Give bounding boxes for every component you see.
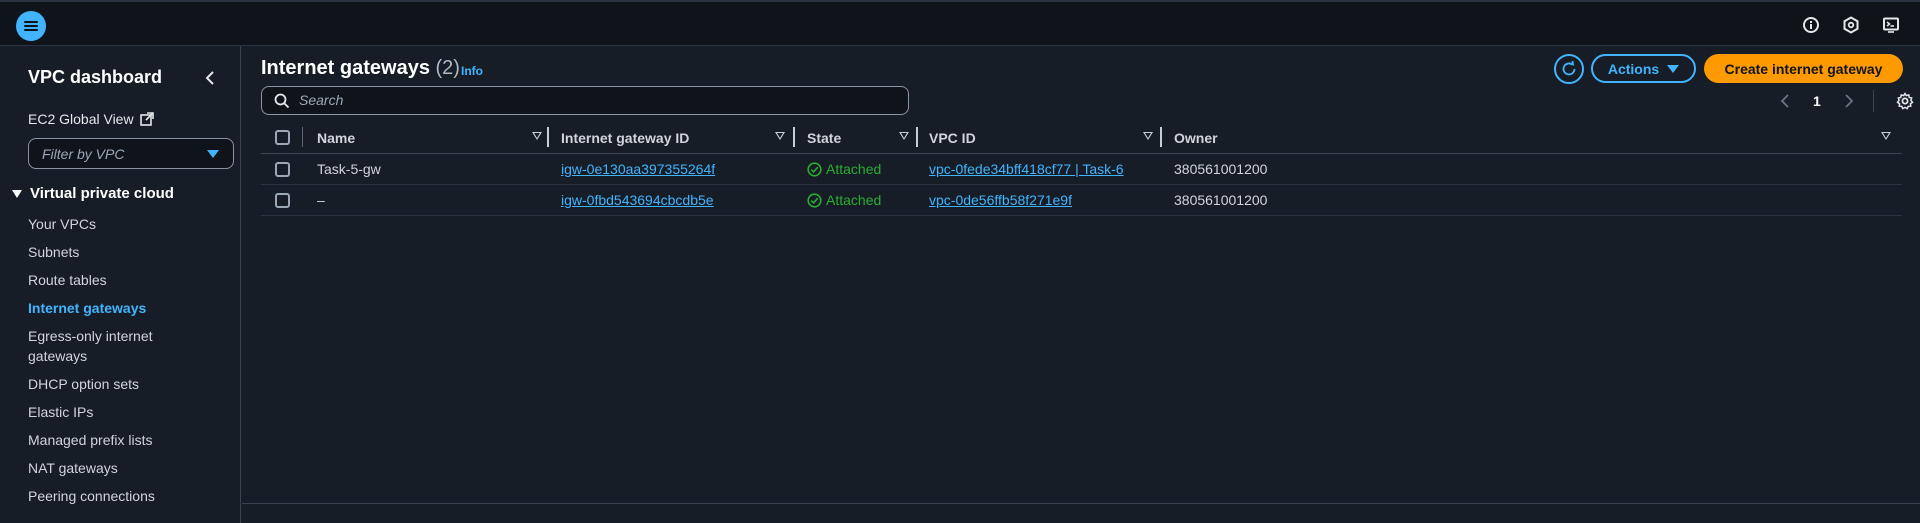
table-row[interactable]: Task-5-gw igw-0e130aa397355264f Attached… [261,154,1902,185]
sidebar-item-your-vpcs[interactable]: Your VPCs [28,214,228,234]
column-header-name[interactable]: Name [317,130,355,146]
cell-vpc-id-link[interactable]: vpc-0fede34bff418cf77 | Task-6 [929,161,1124,177]
sidebar-item-nat-gateways[interactable]: NAT gateways [28,458,228,478]
sidebar-item-egress-only-internet-gateways[interactable]: Egress-only internet gateways [28,326,178,366]
filter-by-vpc-placeholder: Filter by VPC [42,146,125,162]
sidebar-item-dhcp-option-sets[interactable]: DHCP option sets [28,374,228,394]
sort-icon[interactable] [899,132,909,140]
ec2-global-view-link[interactable]: EC2 Global View [28,111,154,127]
cell-owner: 380561001200 [1174,161,1268,177]
row-checkbox[interactable] [275,162,290,177]
state-text: Attached [826,192,882,208]
sidebar-item-route-tables[interactable]: Route tables [28,270,228,290]
top-icons [1800,14,1902,36]
cell-state: Attached [807,192,881,208]
column-resize-handle[interactable] [547,127,549,147]
column-header-vpc-id[interactable]: VPC ID [929,130,976,146]
sort-icon[interactable] [775,132,785,140]
cell-igw-id-link[interactable]: igw-0fbd543694cbcdb5e [561,192,714,208]
sidebar-title[interactable]: VPC dashboard [28,67,162,88]
sidebar: VPC dashboard EC2 Global View Filter by … [0,46,241,523]
page-number[interactable]: 1 [1813,93,1821,109]
sort-icon[interactable] [1143,132,1153,140]
column-divider [302,127,303,147]
info-icon[interactable] [1800,14,1822,36]
virtual-private-cloud-section[interactable]: Virtual private cloud [12,185,174,202]
next-page-icon[interactable] [1843,93,1855,109]
cell-name: – [317,192,325,208]
cell-name: Task-5-gw [317,161,381,177]
search-placeholder: Search [299,92,344,108]
refresh-icon [1562,60,1576,76]
menu-icon[interactable] [16,11,46,41]
column-resize-handle[interactable] [916,127,918,147]
actions-button[interactable]: Actions [1591,54,1696,83]
filter-by-vpc-select[interactable]: Filter by VPC [28,138,234,169]
search-input[interactable]: Search [261,86,909,115]
sidebar-item-elastic-ips[interactable]: Elastic IPs [28,402,228,422]
table-row[interactable]: – igw-0fbd543694cbcdb5e Attached vpc-0de… [261,185,1902,216]
state-text: Attached [826,161,882,177]
create-internet-gateway-button[interactable]: Create internet gateway [1704,54,1903,83]
check-circle-icon [807,161,822,177]
actions-label: Actions [1607,60,1660,77]
sort-icon[interactable] [532,132,542,140]
search-icon [274,93,290,109]
ec2-global-view-label: EC2 Global View [28,111,134,127]
top-navigation-bar [0,0,1920,46]
previous-page-icon[interactable] [1779,93,1791,109]
pager-divider [1872,90,1874,112]
page-title: Internet gateways (2) [261,57,460,80]
column-header-owner[interactable]: Owner [1174,130,1218,146]
refresh-button[interactable] [1554,54,1584,84]
sidebar-item-peering-connections[interactable]: Peering connections [28,486,228,506]
select-all-checkbox[interactable] [275,130,290,145]
column-resize-handle[interactable] [793,127,795,147]
main-content: Internet gateways (2) Info Search Action… [242,46,1920,523]
row-checkbox[interactable] [275,193,290,208]
cell-igw-id-link[interactable]: igw-0e130aa397355264f [561,161,715,177]
column-resize-handle[interactable] [1160,127,1162,147]
gateway-count: (2) [435,57,460,79]
cell-state: Attached [807,161,881,177]
pagination: 1 [1779,90,1914,112]
gear-icon[interactable] [1896,92,1914,110]
cell-owner: 380561001200 [1174,192,1268,208]
page-title-text: Internet gateways [261,57,430,79]
sidebar-item-managed-prefix-lists[interactable]: Managed prefix lists [28,430,228,450]
column-header-internet-gateway-id[interactable]: Internet gateway ID [561,130,689,146]
sidebar-item-subnets[interactable]: Subnets [28,242,228,262]
cloudshell-icon[interactable] [1880,14,1902,36]
external-link-icon [139,112,154,126]
collapse-sidebar-icon[interactable] [200,68,220,88]
expand-triangle-icon [12,189,22,198]
check-circle-icon [807,192,822,208]
table-header: Name Internet gateway ID State VPC ID Ow… [261,122,1902,154]
split-panel-bar[interactable] [242,503,1920,523]
cell-vpc-id-link[interactable]: vpc-0de56ffb58f271e9f [929,192,1072,208]
column-header-state[interactable]: State [807,130,841,146]
caret-down-icon [1667,64,1680,73]
caret-down-icon [207,150,219,158]
sidebar-item-internet-gateways[interactable]: Internet gateways [28,298,228,318]
hexagon-settings-icon[interactable] [1840,14,1862,36]
section-label: Virtual private cloud [30,185,174,202]
info-link[interactable]: Info [461,64,483,78]
sort-icon[interactable] [1881,132,1891,140]
